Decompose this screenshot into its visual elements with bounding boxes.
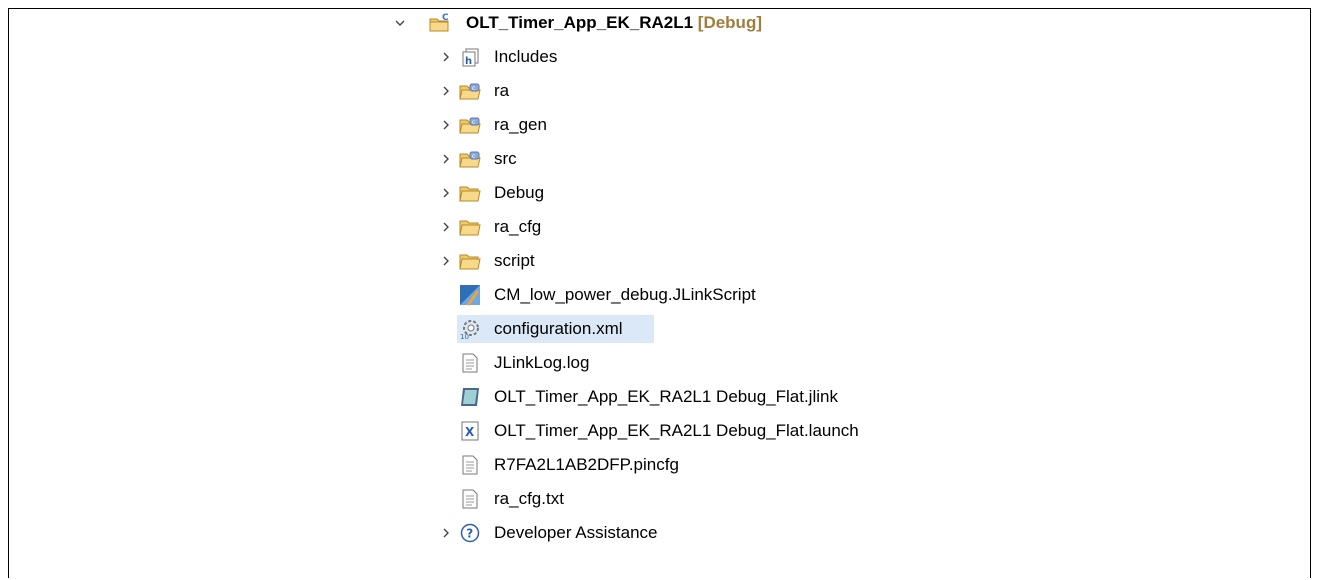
tree-item-label: OLT_Timer_App_EK_RA2L1 Debug_Flat.jlink xyxy=(494,387,838,406)
svg-text:c: c xyxy=(472,85,475,92)
text-file-icon xyxy=(459,352,481,374)
tree-item[interactable]: R7FA2L1AB2DFP.pincfg xyxy=(9,451,1312,479)
chevron-right-icon[interactable] xyxy=(439,84,453,98)
tree-item-label: Debug xyxy=(494,183,545,202)
chevron-right-icon[interactable] xyxy=(439,220,453,234)
chevron-right-icon[interactable] xyxy=(439,152,453,166)
chevron-right-icon[interactable] xyxy=(439,526,453,540)
text-file-icon xyxy=(459,454,481,476)
source-folder-icon: c xyxy=(459,148,481,170)
svg-text:?: ? xyxy=(466,527,473,541)
tree-item[interactable]: ra_cfg xyxy=(9,213,1312,241)
tree-item-label: Developer Assistance xyxy=(494,523,658,542)
svg-text:C: C xyxy=(442,13,449,23)
source-folder-icon: c xyxy=(459,80,481,102)
tree-item[interactable]: CM_low_power_debug.JLinkScript xyxy=(9,281,1312,309)
build-config-decoration: [Debug] xyxy=(697,13,762,32)
folder-icon xyxy=(459,250,481,272)
tree-item-label: ra xyxy=(494,81,510,100)
tree-item[interactable]: OLT_Timer_App_EK_RA2L1 Debug_Flat.jlink xyxy=(9,383,1312,411)
help-icon: ? xyxy=(459,522,481,544)
jlink-file-icon xyxy=(459,386,481,408)
jlink-script-icon xyxy=(459,284,481,306)
tree-item-project[interactable]: C OLT_Timer_App_EK_RA2L1 [Debug] xyxy=(9,9,1312,37)
tree-item[interactable]: c ra xyxy=(9,77,1312,105)
gear-file-icon: 10 xyxy=(459,318,481,340)
project-explorer-frame: C OLT_Timer_App_EK_RA2L1 [Debug] h Includ… xyxy=(8,8,1311,578)
tree-item-label: R7FA2L1AB2DFP.pincfg xyxy=(494,455,679,474)
svg-text:h: h xyxy=(465,56,472,67)
tree-item-label: CM_low_power_debug.JLinkScript xyxy=(494,285,756,304)
tree-item[interactable]: c ra_gen xyxy=(9,111,1312,139)
folder-icon xyxy=(459,182,481,204)
tree-item[interactable]: ra_cfg.txt xyxy=(9,485,1312,513)
tree-item-label: OLT_Timer_App_EK_RA2L1 Debug_Flat.launch xyxy=(494,421,859,440)
tree-item-label: ra_cfg xyxy=(494,217,542,236)
folder-icon xyxy=(459,216,481,238)
tree-item-label: Includes xyxy=(494,47,558,66)
tree-item-label: ra_gen xyxy=(494,115,547,134)
chevron-right-icon[interactable] xyxy=(439,254,453,268)
launch-file-icon: X xyxy=(459,420,481,442)
tree-item[interactable]: script xyxy=(9,247,1312,275)
chevron-right-icon[interactable] xyxy=(439,186,453,200)
includes-icon: h xyxy=(459,46,481,68)
svg-text:X: X xyxy=(465,425,475,439)
tree-item[interactable]: h Includes xyxy=(9,43,1312,71)
tree-item-label: ra_cfg.txt xyxy=(494,489,564,508)
chevron-right-icon[interactable] xyxy=(439,118,453,132)
tree-item[interactable]: Debug xyxy=(9,179,1312,207)
text-file-icon xyxy=(459,488,481,510)
project-name: OLT_Timer_App_EK_RA2L1 xyxy=(466,13,694,32)
tree-item-label: JLinkLog.log xyxy=(494,353,590,372)
tree-item[interactable]: ? Developer Assistance xyxy=(9,519,1312,547)
chevron-down-icon[interactable] xyxy=(393,16,407,30)
tree-item-label: configuration.xml xyxy=(494,319,623,338)
source-folder-icon: c xyxy=(459,114,481,136)
svg-text:c: c xyxy=(472,119,475,126)
tree-item[interactable]: X OLT_Timer_App_EK_RA2L1 Debug_Flat.launc… xyxy=(9,417,1312,445)
tree-item-label: script xyxy=(494,251,535,270)
tree-item[interactable]: 10 configuration.xml xyxy=(9,315,1312,343)
chevron-right-icon[interactable] xyxy=(439,50,453,64)
tree-item[interactable]: c src xyxy=(9,145,1312,173)
tree-item-label: src xyxy=(494,149,517,168)
svg-text:10: 10 xyxy=(460,333,469,340)
c-project-icon: C xyxy=(429,12,451,34)
svg-text:c: c xyxy=(472,153,475,160)
tree-item[interactable]: JLinkLog.log xyxy=(9,349,1312,377)
